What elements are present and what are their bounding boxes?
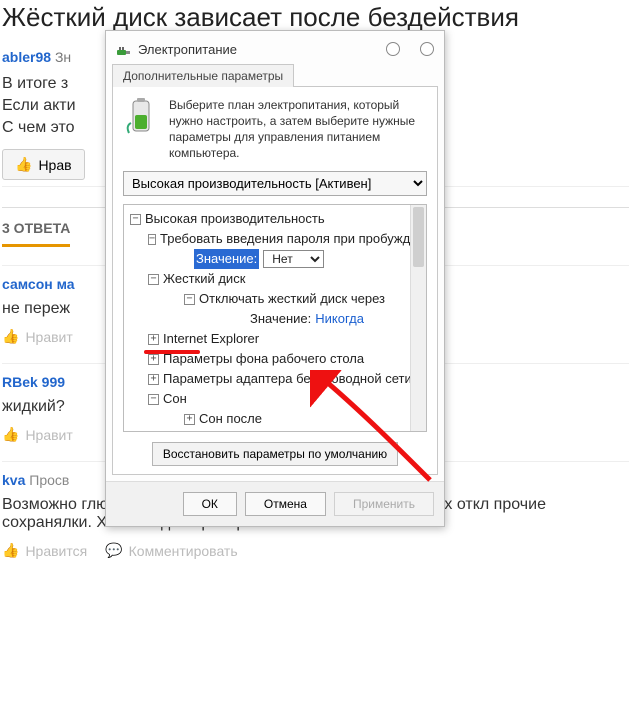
tree-item-wifi-adapter[interactable]: Параметры адаптера беспроводной сети: [163, 369, 412, 389]
settings-tree: − Высокая производительность − Требовать…: [123, 204, 427, 432]
power-plug-icon: [116, 41, 132, 57]
wake-password-value[interactable]: Нет: [263, 250, 324, 268]
like-action[interactable]: 👍 Нравит: [2, 426, 73, 443]
like-action[interactable]: 👍 Нравится: [2, 542, 87, 559]
scrollbar-thumb[interactable]: [413, 207, 424, 267]
answer-author[interactable]: самсон ма: [2, 276, 75, 292]
tree-item-plan-root[interactable]: Высокая производительность: [145, 209, 325, 229]
power-plan-select[interactable]: Высокая производительность [Активен]: [123, 171, 427, 196]
annotation-red-underline: [144, 350, 200, 354]
tree-item-require-password[interactable]: Требовать введения пароля при пробуждени…: [160, 229, 427, 249]
tree-item-wake-timers[interactable]: Разрешить таймеры пробуждения: [199, 429, 406, 432]
tab-advanced-settings[interactable]: Дополнительные параметры: [112, 64, 294, 87]
question-author-meta: Зн: [55, 49, 71, 65]
expander-icon[interactable]: +: [184, 414, 195, 425]
expander-icon[interactable]: +: [148, 374, 159, 385]
comment-icon: 💬: [105, 542, 122, 559]
cancel-button[interactable]: Отмена: [245, 492, 326, 516]
dialog-intro-text: Выберите план электропитания, который ну…: [169, 97, 427, 161]
tree-item-ie[interactable]: Internet Explorer: [163, 329, 259, 349]
restore-defaults-button[interactable]: Восстановить параметры по умолчанию: [152, 442, 398, 466]
expander-icon[interactable]: −: [148, 274, 159, 285]
answer-author[interactable]: kva: [2, 472, 25, 488]
tree-item-turn-off-hdd[interactable]: Отключать жесткий диск через: [199, 289, 385, 309]
expander-icon[interactable]: −: [148, 394, 159, 405]
like-button[interactable]: 👍 Нрав: [2, 149, 85, 180]
value-label: Значение:: [194, 249, 259, 269]
question-author[interactable]: abler98: [2, 49, 51, 65]
battery-icon: [123, 97, 159, 137]
dialog-title: Электропитание: [138, 42, 237, 57]
tree-item-hard-disk[interactable]: Жесткий диск: [163, 269, 245, 289]
thumb-up-icon: 👍: [2, 542, 19, 559]
expander-icon[interactable]: −: [148, 234, 156, 245]
scrollbar[interactable]: [410, 205, 426, 431]
like-action[interactable]: 👍 Нравит: [2, 328, 73, 345]
hdd-turnoff-value[interactable]: Никогда: [315, 309, 364, 329]
comment-action[interactable]: 💬 Комментировать: [105, 542, 237, 559]
ok-button[interactable]: ОК: [183, 492, 237, 516]
expander-icon[interactable]: −: [184, 294, 195, 305]
help-button[interactable]: [386, 42, 400, 56]
thumb-up-icon: 👍: [2, 328, 19, 345]
power-options-dialog: Электропитание Дополнительные параметры …: [105, 30, 445, 527]
expander-icon[interactable]: +: [148, 354, 159, 365]
expander-icon[interactable]: +: [148, 334, 159, 345]
tree-item-sleep[interactable]: Сон: [163, 389, 187, 409]
close-button[interactable]: [420, 42, 434, 56]
tree-item-sleep-after[interactable]: Сон после: [199, 409, 262, 429]
value-label: Значение:: [250, 309, 311, 329]
answer-author[interactable]: RBek 999: [2, 374, 65, 390]
expander-icon[interactable]: −: [130, 214, 141, 225]
thumb-up-icon: 👍: [15, 156, 32, 173]
apply-button: Применить: [334, 492, 434, 516]
thumb-up-icon: 👍: [2, 426, 19, 443]
